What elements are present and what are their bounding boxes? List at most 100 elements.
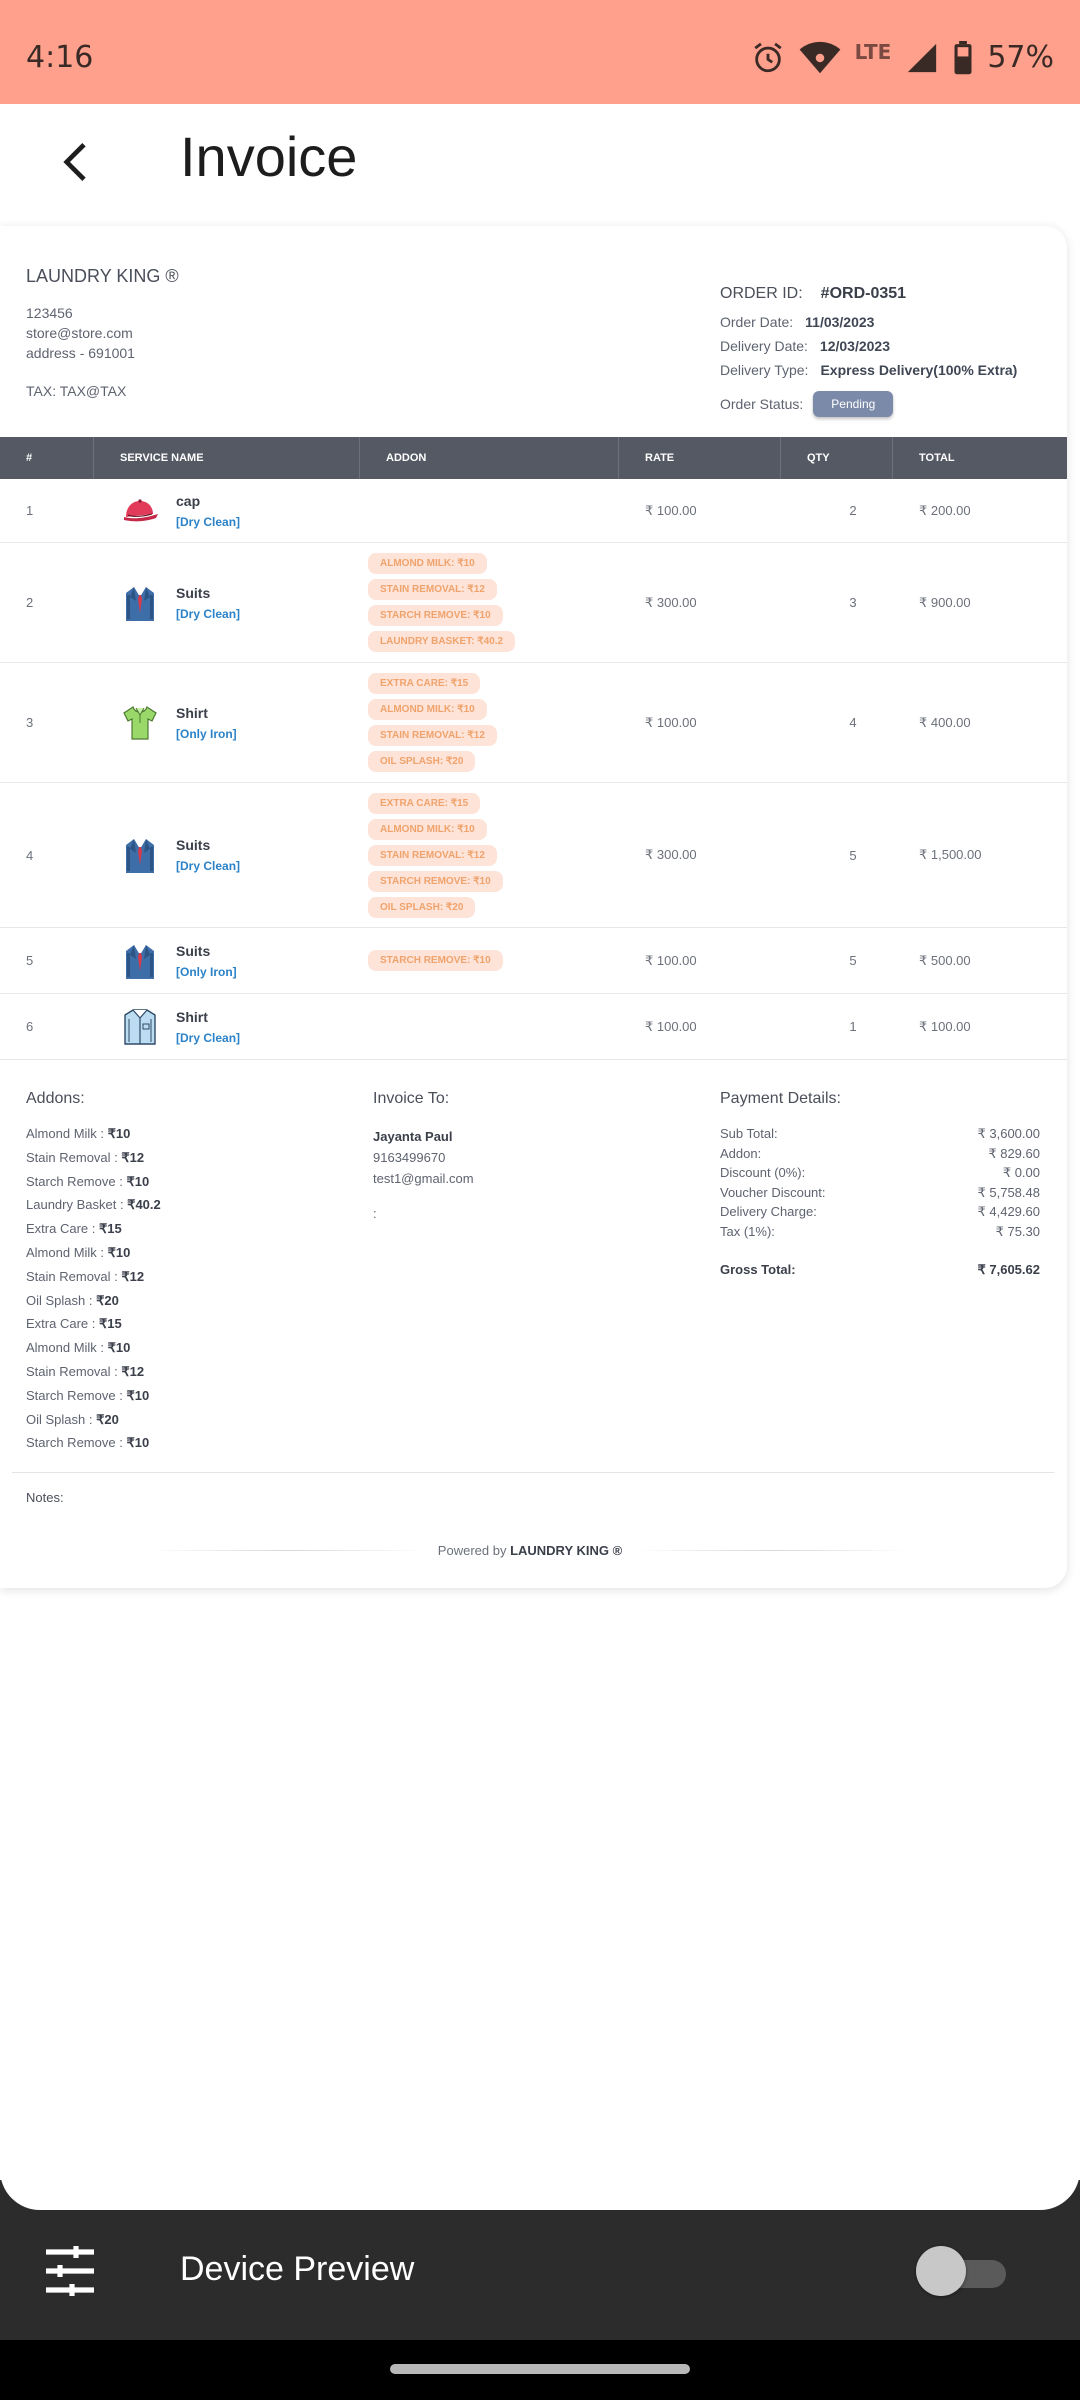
addon-pill: STAIN REMOVAL: ₹12: [368, 579, 497, 600]
notes-label: Notes:: [26, 1490, 64, 1505]
row-number: 5: [26, 953, 34, 968]
powered-brand: LAUNDRY KING ®: [510, 1543, 623, 1558]
payment-value: ₹ 5,758.48: [977, 1184, 1041, 1200]
addon-name: Starch Remove :: [26, 1435, 127, 1451]
addon-line: Starch Remove : ₹10: [26, 1435, 161, 1459]
payment-rows: Sub Total: ₹ 3,600.00 Addon: ₹ 829.60 Discou…: [720, 1126, 1040, 1244]
addon-name: Stain Removal :: [26, 1363, 122, 1379]
status-badge[interactable]: Pending: [813, 391, 894, 417]
toggle-thumb: [916, 2246, 966, 2296]
addon-cell: STARCH REMOVE: ₹10: [360, 942, 619, 979]
item-service-type: [Dry Clean]: [176, 859, 241, 873]
gross-total-row: Gross Total: ₹ 7,605.62: [720, 1262, 1040, 1282]
item-service-type: [Dry Clean]: [176, 606, 241, 621]
order-date-label: Order Date:: [720, 314, 794, 330]
gross-total-value: ₹ 7,605.62: [977, 1261, 1041, 1277]
payment-label: Sub Total:: [720, 1126, 778, 1141]
powered-by-text: Powered by LAUNDRY KING ®: [438, 1543, 622, 1558]
powered-by: Powered by LAUNDRY KING ®: [150, 1543, 910, 1558]
signal-icon: [908, 43, 937, 72]
service-cell: Shirt [Only Iron]: [94, 703, 360, 743]
addon-pill: STARCH REMOVE: ₹10: [368, 950, 503, 971]
row-number: 6: [26, 1019, 34, 1034]
powered-line-left: [150, 1550, 426, 1551]
page-title: Invoice: [180, 125, 358, 188]
header-qty: QTY: [781, 437, 893, 479]
item-name: Shirt: [176, 1008, 208, 1025]
addon-name: Laundry Basket :: [26, 1197, 128, 1213]
payment-details-title: Payment Details:: [720, 1090, 841, 1107]
header-number: #: [0, 437, 94, 479]
addon-line: Almond Milk : ₹10: [26, 1126, 161, 1150]
status-time: 4:16: [26, 40, 94, 75]
table-row: 6 Shirt [Dry Clean] ₹ 100.00 1 ₹ 100.00: [0, 994, 1067, 1060]
payment-row: Voucher Discount: ₹ 5,758.48: [720, 1185, 1040, 1205]
payment-value: ₹ 829.60: [988, 1145, 1040, 1161]
addon-line: Almond Milk : ₹10: [26, 1245, 161, 1269]
qty-cell: 4: [849, 715, 857, 730]
addon-price: ₹15: [98, 1316, 122, 1332]
rate-cell: ₹ 100.00: [645, 1018, 697, 1034]
gross-total-label: Gross Total:: [720, 1261, 796, 1277]
qty-cell: 5: [849, 953, 857, 968]
total-cell: ₹ 100.00: [919, 1018, 971, 1034]
service-cell: cap [Dry Clean]: [94, 491, 360, 531]
item-name: Suits: [176, 837, 211, 853]
addon-pill: OIL SPLASH: ₹20: [368, 751, 476, 772]
status-bar: 4:16 LTE 57%: [0, 0, 1080, 104]
addon-price: ₹12: [121, 1149, 145, 1165]
addon-name: Extra Care :: [26, 1316, 99, 1332]
rate-cell: ₹ 300.00: [645, 847, 697, 862]
notes-divider: [12, 1472, 1054, 1473]
addon-line: Extra Care : ₹15: [26, 1316, 161, 1340]
store-name: LAUNDRY KING ®: [26, 266, 179, 286]
polo-shirt-icon: [120, 703, 160, 743]
item-service-type: [Only Iron]: [176, 726, 237, 741]
rate-cell: ₹ 100.00: [645, 714, 697, 730]
rate-cell: ₹ 300.00: [645, 594, 697, 610]
addon-line: Starch Remove : ₹10: [26, 1174, 161, 1198]
addon-price: ₹10: [107, 1244, 131, 1260]
order-status-label: Order Status:: [720, 396, 804, 412]
addon-price: ₹10: [126, 1387, 150, 1403]
addon-pill: EXTRA CARE: ₹15: [368, 673, 481, 694]
customer-email: test1@gmail.com: [373, 1171, 474, 1186]
addon-name: Almond Milk :: [26, 1340, 108, 1356]
addon-cell: [360, 503, 619, 519]
order-status-row: Order Status: Pending: [720, 386, 1017, 422]
order-id-label: ORDER ID:: [720, 285, 803, 302]
payment-label: Addon:: [720, 1145, 762, 1161]
row-number: 2: [26, 595, 34, 610]
row-number: 3: [26, 715, 34, 730]
addon-pill: STARCH REMOVE: ₹10: [368, 605, 503, 626]
payment-row: Sub Total: ₹ 3,600.00: [720, 1126, 1040, 1146]
qty-cell: 1: [849, 1019, 857, 1034]
suit-icon: [120, 583, 160, 623]
tune-icon[interactable]: [44, 2246, 96, 2296]
table-row: 3 Shirt [Only Iron] EXTRA CARE: ₹15 ALMOND M…: [0, 663, 1067, 783]
addon-name: Oil Splash :: [26, 1411, 97, 1427]
header-rate: RATE: [619, 437, 781, 479]
device-preview-toggle[interactable]: [916, 2246, 1012, 2296]
addon-line: Extra Care : ₹15: [26, 1221, 161, 1245]
table-row: 4 Suits [Dry Clean] EXTRA CARE: ₹15 ALMOND M…: [0, 783, 1067, 928]
customer-address: :: [373, 1206, 377, 1221]
total-cell: ₹ 900.00: [919, 594, 971, 610]
home-gesture-handle[interactable]: [390, 2364, 690, 2374]
item-name: Suits: [176, 584, 211, 601]
store-code: 123456: [26, 305, 73, 321]
system-nav-bar: [0, 2340, 1080, 2400]
customer-name: Jayanta Paul: [373, 1129, 453, 1144]
store-address: address - 691001: [26, 345, 135, 361]
back-button[interactable]: [44, 130, 108, 194]
status-icons: LTE 57%: [751, 40, 1054, 75]
order-id-row: ORDER ID: #ORD-0351: [720, 278, 1017, 310]
addons-title: Addons:: [26, 1090, 85, 1107]
item-service-type: [Dry Clean]: [176, 514, 241, 529]
addon-cell: EXTRA CARE: ₹15 ALMOND MILK: ₹10 STAIN REM…: [360, 785, 619, 926]
addon-price: ₹20: [96, 1292, 119, 1308]
delivery-date-label: Delivery Date:: [720, 338, 808, 354]
row-number: 4: [26, 847, 34, 863]
addon-line: Oil Splash : ₹20: [26, 1293, 161, 1317]
addon-line: Stain Removal : ₹12: [26, 1150, 161, 1174]
